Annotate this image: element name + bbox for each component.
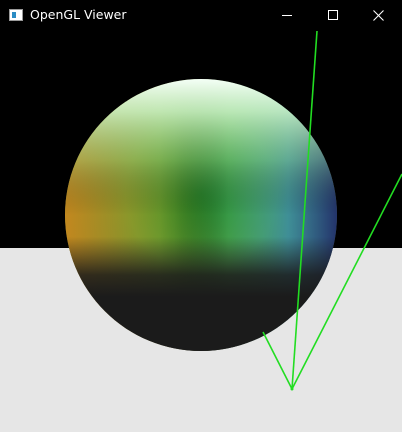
scene-canvas (0, 31, 402, 432)
title-bar[interactable]: OpenGL Viewer (0, 0, 402, 31)
minimize-button[interactable] (264, 0, 310, 31)
window-title: OpenGL Viewer (30, 7, 127, 22)
close-icon (373, 10, 384, 21)
light-hit-point (290, 387, 294, 391)
minimize-icon (282, 15, 292, 16)
opengl-viewport[interactable] (0, 31, 402, 432)
close-button[interactable] (356, 0, 402, 31)
maximize-button[interactable] (310, 0, 356, 31)
app-window-icon (9, 9, 23, 21)
maximize-icon (328, 10, 338, 20)
shaded-sphere (65, 79, 337, 351)
opengl-viewer-window: OpenGL Viewer (0, 0, 402, 432)
